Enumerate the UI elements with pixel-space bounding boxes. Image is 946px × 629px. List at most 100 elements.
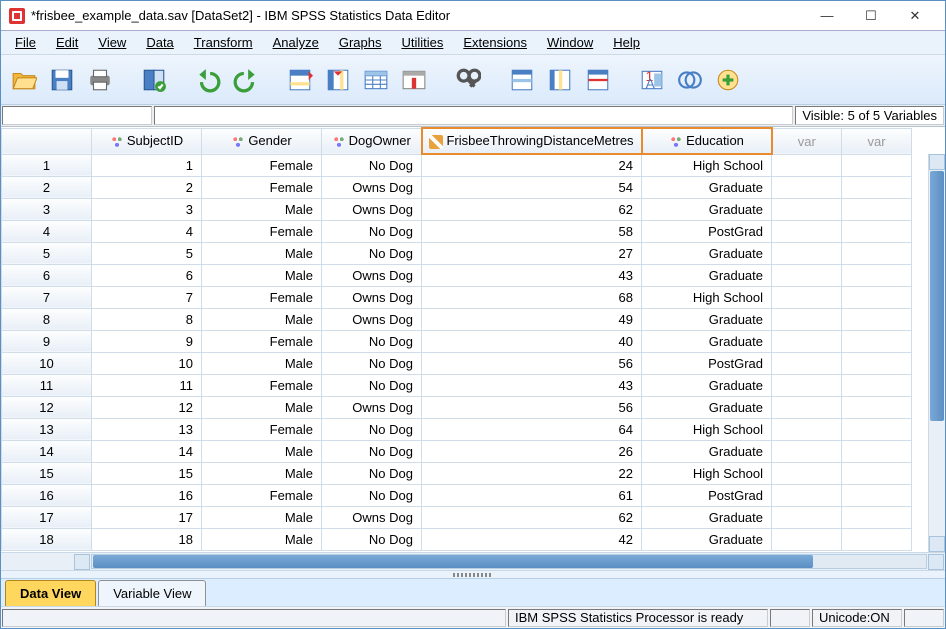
empty-cell[interactable] — [772, 176, 842, 198]
menu-file[interactable]: File — [7, 33, 44, 52]
empty-cell[interactable] — [842, 528, 912, 550]
value-labels-button[interactable] — [711, 63, 745, 97]
menu-transform[interactable]: Transform — [186, 33, 261, 52]
cell-dogowner[interactable]: No Dog — [322, 440, 422, 462]
row-header[interactable]: 17 — [2, 506, 92, 528]
cell-dogowner[interactable]: Owns Dog — [322, 308, 422, 330]
cell-education[interactable]: High School — [642, 418, 772, 440]
empty-column[interactable]: var — [842, 128, 912, 154]
scroll-left-arrow[interactable] — [74, 554, 90, 570]
select-cases-button[interactable] — [673, 63, 707, 97]
cell-dogowner[interactable]: No Dog — [322, 352, 422, 374]
row-header[interactable]: 18 — [2, 528, 92, 550]
cell-frisbee[interactable]: 49 — [422, 308, 642, 330]
row-header[interactable]: 11 — [2, 374, 92, 396]
menu-help[interactable]: Help — [605, 33, 648, 52]
menu-utilities[interactable]: Utilities — [393, 33, 451, 52]
cell-gender[interactable]: Female — [202, 154, 322, 176]
cell-dogowner[interactable]: Owns Dog — [322, 176, 422, 198]
cell-frisbee[interactable]: 43 — [422, 374, 642, 396]
row-header[interactable]: 12 — [2, 396, 92, 418]
cell-education[interactable]: Graduate — [642, 198, 772, 220]
cell-subjectid[interactable]: 2 — [92, 176, 202, 198]
cell-dogowner[interactable]: No Dog — [322, 330, 422, 352]
scroll-up-arrow[interactable] — [929, 154, 945, 170]
menu-window[interactable]: Window — [539, 33, 601, 52]
empty-cell[interactable] — [772, 418, 842, 440]
cell-gender[interactable]: Male — [202, 506, 322, 528]
insert-variable-button[interactable] — [543, 63, 577, 97]
row-header[interactable]: 2 — [2, 176, 92, 198]
cell-dogowner[interactable]: No Dog — [322, 242, 422, 264]
cell-education[interactable]: High School — [642, 154, 772, 176]
cell-dogowner[interactable]: Owns Dog — [322, 198, 422, 220]
empty-cell[interactable] — [772, 374, 842, 396]
cell-gender[interactable]: Female — [202, 220, 322, 242]
row-header[interactable]: 13 — [2, 418, 92, 440]
horizontal-scrollbar[interactable] — [1, 552, 945, 570]
empty-cell[interactable] — [842, 352, 912, 374]
column-header-dogowner[interactable]: DogOwner — [322, 128, 422, 154]
cell-gender[interactable]: Female — [202, 374, 322, 396]
cell-gender[interactable]: Male — [202, 308, 322, 330]
cell-frisbee[interactable]: 64 — [422, 418, 642, 440]
cell-education[interactable]: Graduate — [642, 176, 772, 198]
tab-data-view[interactable]: Data View — [5, 580, 96, 606]
cell-dogowner[interactable]: Owns Dog — [322, 286, 422, 308]
variables-button[interactable] — [359, 63, 393, 97]
empty-cell[interactable] — [772, 264, 842, 286]
find-button[interactable] — [451, 63, 485, 97]
cell-frisbee[interactable]: 22 — [422, 462, 642, 484]
scroll-down-arrow[interactable] — [929, 536, 945, 552]
row-header[interactable]: 8 — [2, 308, 92, 330]
empty-cell[interactable] — [842, 242, 912, 264]
cell-subjectid[interactable]: 13 — [92, 418, 202, 440]
cell-subjectid[interactable]: 1 — [92, 154, 202, 176]
cell-gender[interactable]: Female — [202, 286, 322, 308]
column-header-frisbeethrowingdistancemetres[interactable]: FrisbeeThrowingDistanceMetres — [422, 128, 642, 154]
empty-cell[interactable] — [842, 264, 912, 286]
empty-cell[interactable] — [842, 220, 912, 242]
cell-subjectid[interactable]: 16 — [92, 484, 202, 506]
empty-cell[interactable] — [772, 396, 842, 418]
empty-cell[interactable] — [842, 330, 912, 352]
cell-gender[interactable]: Female — [202, 330, 322, 352]
empty-cell[interactable] — [842, 286, 912, 308]
empty-cell[interactable] — [772, 330, 842, 352]
cell-education[interactable]: Graduate — [642, 264, 772, 286]
cell-subjectid[interactable]: 7 — [92, 286, 202, 308]
cell-frisbee[interactable]: 40 — [422, 330, 642, 352]
data-grid[interactable]: SubjectIDGenderDogOwnerFrisbeeThrowingDi… — [1, 127, 945, 552]
undo-button[interactable] — [191, 63, 225, 97]
row-header[interactable]: 10 — [2, 352, 92, 374]
cell-gender[interactable]: Male — [202, 198, 322, 220]
cell-gender[interactable]: Male — [202, 352, 322, 374]
recall-dialog-button[interactable] — [137, 63, 171, 97]
print-button[interactable] — [83, 63, 117, 97]
cell-frisbee[interactable]: 26 — [422, 440, 642, 462]
split-file-button[interactable] — [581, 63, 615, 97]
cell-gender[interactable]: Male — [202, 396, 322, 418]
close-button[interactable]: ✕ — [893, 2, 937, 30]
empty-cell[interactable] — [772, 352, 842, 374]
cell-education[interactable]: High School — [642, 286, 772, 308]
cell-education[interactable]: Graduate — [642, 374, 772, 396]
maximize-button[interactable]: ☐ — [849, 2, 893, 30]
cell-education[interactable]: Graduate — [642, 506, 772, 528]
cell-education[interactable]: Graduate — [642, 396, 772, 418]
column-header-gender[interactable]: Gender — [202, 128, 322, 154]
cell-dogowner[interactable]: No Dog — [322, 484, 422, 506]
empty-cell[interactable] — [772, 440, 842, 462]
row-header[interactable]: 5 — [2, 242, 92, 264]
empty-cell[interactable] — [842, 154, 912, 176]
cell-gender[interactable]: Male — [202, 242, 322, 264]
empty-cell[interactable] — [842, 374, 912, 396]
minimize-button[interactable]: — — [805, 2, 849, 30]
cell-gender[interactable]: Male — [202, 462, 322, 484]
goto-case-button[interactable] — [283, 63, 317, 97]
cell-value-box[interactable] — [154, 106, 793, 125]
cell-dogowner[interactable]: No Dog — [322, 374, 422, 396]
empty-cell[interactable] — [842, 440, 912, 462]
menu-edit[interactable]: Edit — [48, 33, 86, 52]
horizontal-scroll-thumb[interactable] — [93, 555, 813, 568]
